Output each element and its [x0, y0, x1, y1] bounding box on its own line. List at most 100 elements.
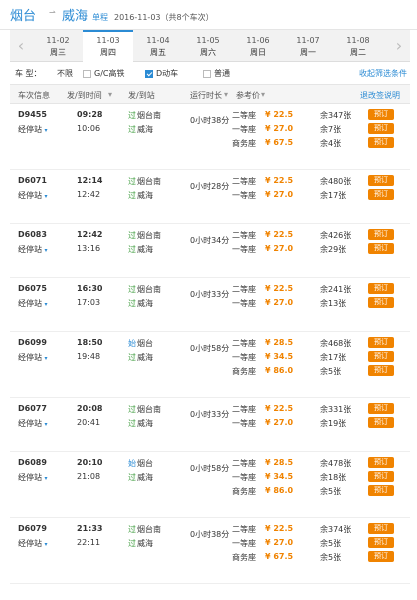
station-tag: 过: [128, 419, 136, 428]
refund-rules-link[interactable]: 退改签说明: [360, 90, 400, 101]
prev-week-icon[interactable]: ‹: [12, 36, 30, 56]
station-tag: 过: [128, 473, 136, 482]
tab-date-label: 11-02: [46, 36, 70, 45]
train-row: D6099 经停站 ▾ 18:50 19:48 始烟台 过威海 0小时58分 二等座 ¥ 28.…: [10, 332, 410, 398]
station-tag: 始: [128, 339, 136, 348]
book-button[interactable]: 预订: [368, 243, 394, 254]
filter-option-gc[interactable]: G/C高铁: [83, 68, 124, 79]
train-number[interactable]: D6089: [18, 458, 47, 467]
seat-class: 一等座: [232, 539, 256, 548]
book-button[interactable]: 预订: [368, 175, 394, 186]
stops-toggle[interactable]: 经停站 ▾: [18, 244, 48, 255]
col-price[interactable]: 参考价: [236, 90, 260, 101]
book-button[interactable]: 预订: [368, 403, 394, 414]
arrive-time: 19:48: [77, 352, 101, 361]
arrive-station: 过威海: [128, 244, 153, 255]
book-button[interactable]: 预订: [368, 471, 394, 482]
train-number[interactable]: D6075: [18, 284, 47, 293]
book-button[interactable]: 预订: [368, 537, 394, 548]
book-button[interactable]: 预订: [368, 485, 394, 496]
tab-date-label: 11-05: [196, 36, 220, 45]
book-button[interactable]: 预订: [368, 417, 394, 428]
checkbox-icon: [203, 69, 211, 78]
next-week-icon[interactable]: ›: [390, 36, 408, 56]
chevron-down-icon: ▾: [44, 421, 48, 428]
stops-toggle[interactable]: 经停站 ▾: [18, 124, 48, 135]
book-button[interactable]: 预订: [368, 523, 394, 534]
book-button[interactable]: 预订: [368, 109, 394, 120]
arrive-time: 10:06: [77, 124, 101, 133]
tab-date[interactable]: 11-08 周二: [333, 30, 383, 62]
seats-remaining: 余19张: [320, 419, 347, 428]
seat-price: ¥ 22.5: [265, 524, 294, 533]
seat-class: 二等座: [232, 231, 256, 240]
tab-date[interactable]: 11-05 周六: [183, 30, 233, 62]
train-number[interactable]: D6079: [18, 524, 47, 533]
col-duration[interactable]: 运行时长: [190, 90, 222, 101]
chevron-down-icon: ▾: [44, 541, 48, 548]
train-number[interactable]: D9455: [18, 110, 47, 119]
tab-weekday-label: 周二: [350, 48, 366, 57]
tab-date-active[interactable]: 11-03 周四: [83, 30, 133, 63]
to-city[interactable]: 威海: [62, 5, 88, 24]
book-button[interactable]: 预订: [368, 551, 394, 562]
depart-time: 12:42: [77, 230, 103, 239]
book-button[interactable]: 预订: [368, 189, 394, 200]
book-button[interactable]: 预订: [368, 137, 394, 148]
stops-toggle[interactable]: 经停站 ▾: [18, 418, 48, 429]
train-row: D6077 经停站 ▾ 20:08 20:41 过烟台南 过威海 0小时33分 二等座 ¥ 22…: [10, 398, 410, 452]
seat-price: ¥ 22.5: [265, 284, 294, 293]
collapse-filters-link[interactable]: 收起筛选条件: [359, 68, 407, 79]
book-button[interactable]: 预订: [368, 229, 394, 240]
seat-class: 一等座: [232, 473, 256, 482]
seat-price: ¥ 34.5: [265, 472, 294, 481]
seats-remaining: 余374张: [320, 525, 352, 534]
depart-time: 12:14: [77, 176, 103, 185]
book-button[interactable]: 预订: [368, 457, 394, 468]
filter-label: 车 型：: [15, 69, 42, 78]
arrive-station: 过威海: [128, 124, 153, 135]
book-button[interactable]: 预订: [368, 337, 394, 348]
depart-time: 09:28: [77, 110, 103, 119]
stops-toggle[interactable]: 经停站 ▾: [18, 190, 48, 201]
stops-toggle[interactable]: 经停站 ▾: [18, 352, 48, 363]
seat-class: 二等座: [232, 177, 256, 186]
stops-toggle[interactable]: 经停站 ▾: [18, 298, 48, 309]
seat-price: ¥ 28.5: [265, 458, 294, 467]
seats-remaining: 余5张: [320, 553, 342, 562]
filter-option-all[interactable]: 不限: [57, 68, 73, 79]
book-button[interactable]: 预订: [368, 351, 394, 362]
time-sort-icon[interactable]: ▾: [108, 90, 112, 99]
book-button[interactable]: 预订: [368, 297, 394, 308]
from-city[interactable]: 烟台: [10, 5, 36, 24]
tab-date[interactable]: 11-06 周日: [233, 30, 283, 62]
checkbox-icon: [83, 69, 91, 78]
seat-price: ¥ 27.0: [265, 244, 294, 253]
tab-date-label: 11-07: [296, 36, 320, 45]
book-button[interactable]: 预订: [368, 365, 394, 376]
train-number[interactable]: D6071: [18, 176, 47, 185]
duration: 0小时58分: [190, 344, 230, 353]
train-row: D9455 经停站 ▾ 09:28 10:06 过烟台南 过威海 0小时38分 二等座 ¥ 22…: [10, 104, 410, 170]
book-button[interactable]: 预订: [368, 123, 394, 134]
station-name: 威海: [137, 299, 153, 308]
tab-date[interactable]: 11-04 周五: [133, 30, 183, 62]
stops-toggle[interactable]: 经停站 ▾: [18, 472, 48, 483]
filter-option-normal[interactable]: 普通: [203, 68, 230, 79]
filter-option-d[interactable]: D动车: [145, 68, 178, 79]
tab-date[interactable]: 11-02 周三: [33, 30, 83, 62]
seats-remaining: 余241张: [320, 285, 352, 294]
stops-toggle[interactable]: 经停站 ▾: [18, 538, 48, 549]
price-sort-icon[interactable]: ▾: [261, 90, 265, 99]
tab-date[interactable]: 11-07 周一: [283, 30, 333, 62]
train-number[interactable]: D6099: [18, 338, 47, 347]
book-button[interactable]: 预订: [368, 283, 394, 294]
train-number[interactable]: D6083: [18, 230, 47, 239]
col-time[interactable]: 发/到时间: [67, 90, 102, 101]
duration-sort-icon[interactable]: ▾: [224, 90, 228, 99]
seat-price: ¥ 27.0: [265, 538, 294, 547]
stops-label: 经停站: [18, 353, 42, 362]
seat-class: 二等座: [232, 339, 256, 348]
train-number[interactable]: D6077: [18, 404, 47, 413]
seat-class: 二等座: [232, 405, 256, 414]
